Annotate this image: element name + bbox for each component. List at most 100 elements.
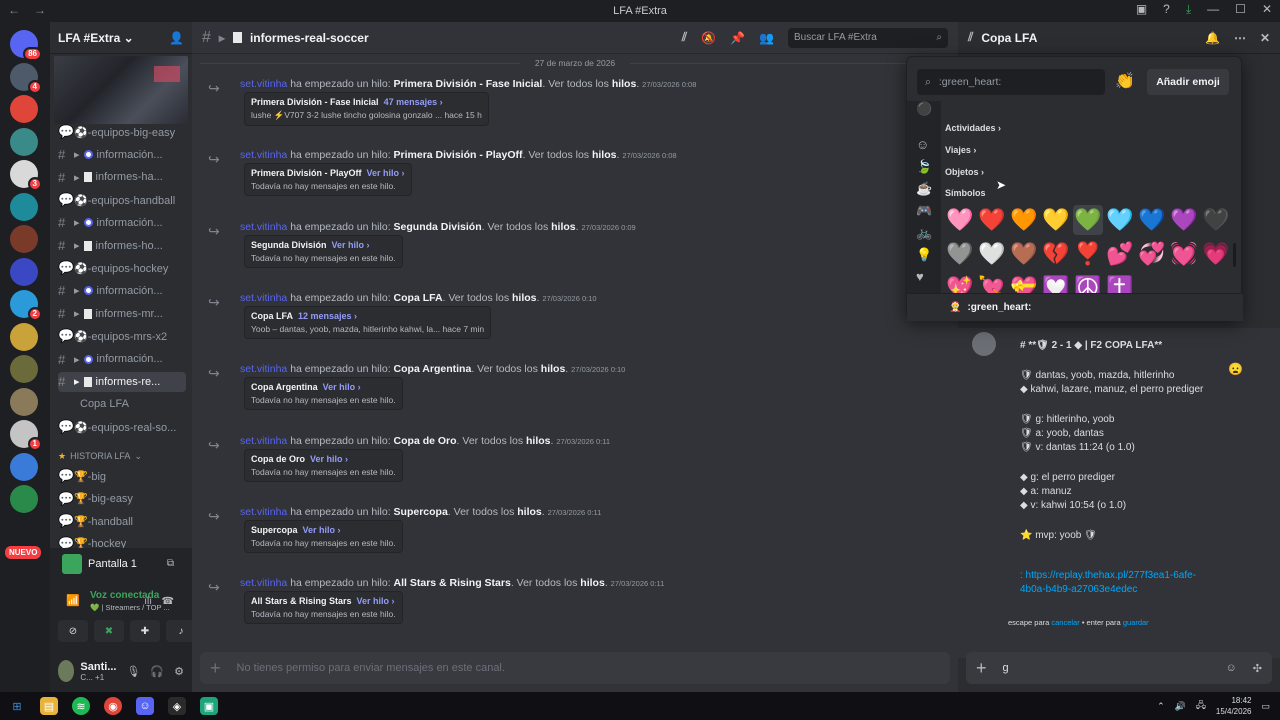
bike-icon[interactable]: 🚲 [916,225,932,241]
avatar[interactable] [58,660,75,682]
thread-card[interactable]: Supercopa Ver hilo › Todavía no hay mensaj… [244,519,403,553]
spotify-icon[interactable]: ≋ [72,697,90,715]
channel-item[interactable]: 💬 ⚽-equipos-mrs-x2 [58,326,186,346]
threads-link[interactable]: hilos [541,363,566,375]
thread-name[interactable]: Primera División - PlayOff [394,149,523,161]
thread-card[interactable]: All Stars & Rising Stars Ver hilo › Todaví… [244,591,403,625]
microphone-icon[interactable]: 🎙 [126,665,140,678]
pin-icon[interactable]: 📌 [730,31,745,45]
heart-emoji-icon[interactable]: 💜 [1169,205,1199,235]
emoji-search-input[interactable]: ⌕ :green_heart: [917,69,1105,95]
lightbulb-icon[interactable]: 💡 [916,247,932,263]
threads-link[interactable]: hilos [612,78,637,90]
add-member-icon[interactable]: 👤 [169,31,184,45]
thread-name[interactable]: Supercopa [394,506,448,518]
chevron-up-icon[interactable]: ⌃ [1157,701,1165,712]
leaf-icon[interactable]: 🍃 [916,159,932,175]
heart-emoji-icon[interactable]: 💚 [1073,205,1103,235]
view-thread-link[interactable]: Ver hilo › [310,454,348,464]
plus-icon[interactable]: + [976,658,987,679]
thread-name[interactable]: Primera División - Fase Inicial [394,78,543,90]
view-thread-link[interactable]: Ver hilo › [303,525,341,535]
heart-emoji-icon[interactable]: 🧡 [1009,205,1039,235]
server-icon[interactable] [10,127,38,156]
server-icon[interactable] [10,355,38,383]
heart-emoji-icon[interactable]: 💕 [1105,239,1135,269]
emoji-category-item[interactable]: Actividades › [945,123,1001,133]
threads-link[interactable]: hilos [526,435,551,447]
emoji-reaction-icon[interactable]: 😦 [1228,362,1243,376]
channel-item[interactable]: 💬 🏆-handball [58,511,186,531]
emoji-category-item[interactable]: Viajes › [945,145,976,155]
thread-card[interactable]: Primera División - PlayOff Ver hilo › Toda… [244,163,412,197]
server-icon[interactable]: 4 [10,62,42,94]
guild-header[interactable]: LFA #Extra ⌄ 👤 [50,22,192,54]
threads-link[interactable]: hilos [517,506,542,518]
mute-bell-icon[interactable]: 🔕 [701,31,716,45]
noise-icon[interactable]: ılı [144,596,152,607]
controller-icon[interactable]: 🎮 [916,203,932,219]
threads-icon[interactable]: ⫽ [682,30,687,45]
thread-name[interactable]: Copa de Oro [394,435,457,447]
category-historia[interactable]: ★ HISTORIA LFA ⌄ [58,446,186,466]
author-name[interactable]: set.vitinha [240,435,287,447]
game-icon[interactable]: ◈ [168,697,186,715]
heart-emoji-icon[interactable]: 💗 [1201,239,1231,269]
minimize-button[interactable]: — [1207,2,1219,17]
channel-item[interactable]: # ▸ informes-ho... [58,236,186,256]
server-emoji-icon[interactable]: ⚫ [916,101,932,117]
clock[interactable]: 18:42 15/4/2026 [1216,695,1252,717]
channel-item[interactable]: # ▸ información... [58,281,186,301]
view-thread-link[interactable]: Ver hilo › [332,240,370,250]
disconnect-icon[interactable]: ☎ [162,596,174,607]
heart-emoji-icon[interactable]: 🤎 [1009,239,1039,269]
camera-off-icon[interactable]: ⊘ [58,620,88,642]
close-thread-icon[interactable]: ✕ [1260,31,1270,45]
threads-link[interactable]: hilos [512,292,537,304]
gear-icon[interactable]: ⚙ [174,665,184,678]
channel-item[interactable]: # ▸ informes-ha... [58,167,186,187]
app-icon[interactable]: ▣ [200,697,218,715]
add-emoji-button[interactable]: Añadir emoji [1147,69,1229,95]
emoji-category-item[interactable]: Símbolos [945,188,986,198]
threads-link[interactable]: hilos [580,577,605,589]
heart-emoji-icon[interactable]: 💞 [1137,239,1167,269]
replay-link[interactable]: : https://replay.thehax.pl/277f3ea1-6afe… [1020,570,1196,581]
server-icon[interactable]: 3 [10,160,42,191]
thread-name[interactable]: Segunda División [394,221,482,233]
emoji-icon[interactable]: ☺ [1226,662,1237,674]
view-thread-link[interactable]: 47 mensajes › [384,97,443,107]
discord-icon[interactable]: ☺ [136,697,154,715]
volume-icon[interactable]: 🔊 [1175,701,1186,712]
popout-icon[interactable]: ⧉ [167,558,174,569]
thread-card[interactable]: Segunda División Ver hilo › Todavía no hay… [244,234,403,268]
channel-item[interactable]: # ▸ informes-re... [58,371,186,392]
server-icon[interactable] [10,257,38,286]
server-icon[interactable] [10,192,38,221]
server-icon[interactable] [10,387,38,416]
emoji-category-item[interactable]: Objetos › [945,167,984,177]
view-thread-link[interactable]: Ver hilo › [357,596,395,606]
thread-name[interactable]: Copa Argentina [394,363,472,375]
heart-emoji-icon[interactable]: 💔 [1041,239,1071,269]
headphones-icon[interactable]: 🎧 [150,665,164,678]
network-icon[interactable]: 🖧 [1196,698,1206,714]
heart-emoji-icon[interactable]: 🤍 [977,239,1007,269]
food-icon[interactable]: ☕ [916,181,932,197]
heart-emoji-icon[interactable]: ❤️ [977,205,1007,235]
heart-emoji-icon[interactable]: 🩵 [1105,205,1135,235]
thread-card[interactable]: Copa Argentina Ver hilo › Todavía no hay m… [244,377,403,411]
help-icon[interactable]: ? [1163,2,1170,17]
server-icon[interactable] [10,95,38,123]
download-icon[interactable]: ⤓ [1186,2,1191,17]
heart-emoji-icon[interactable]: 💛 [1041,205,1071,235]
heart-emoji-icon[interactable]: 💙 [1137,205,1167,235]
more-icon[interactable]: ⋯ [1234,31,1246,45]
author-name[interactable]: set.vitinha [240,506,287,518]
replay-link[interactable]: 4b0a-b4b9-a27063e4edec [1020,584,1137,595]
server-icon[interactable] [10,322,38,351]
channel-item[interactable]: # ▸ información... [58,349,186,369]
threads-link[interactable]: hilos [551,221,576,233]
server-icon[interactable]: 2 [10,290,42,321]
maximize-button[interactable]: ☐ [1235,2,1246,17]
